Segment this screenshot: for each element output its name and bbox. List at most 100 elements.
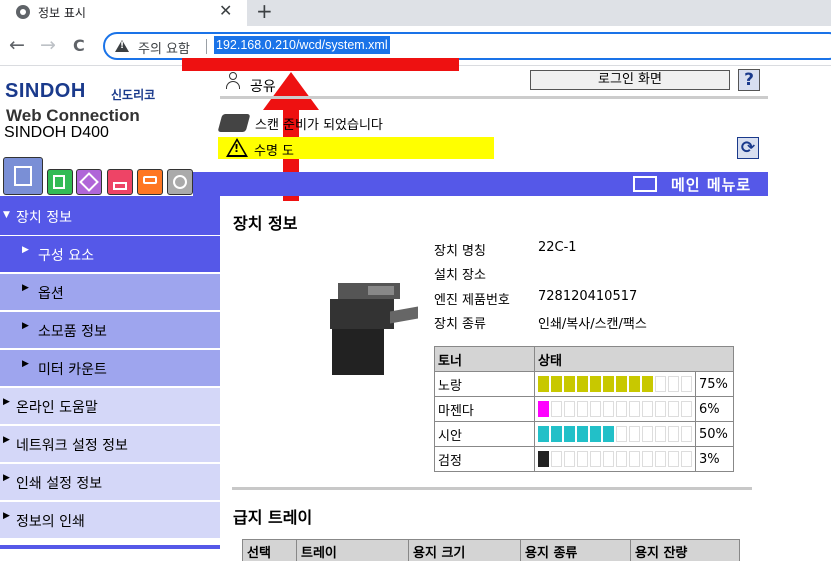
- user-label: 공유: [250, 79, 276, 95]
- tray-table-header: 선택 트레이 용지 크기 용지 종류 용지 잔량: [242, 539, 740, 561]
- toner-level-segment: [616, 451, 627, 467]
- tray-col-select: 선택: [243, 540, 297, 561]
- triangle-right-icon: ▶: [22, 359, 29, 369]
- toner-level-segment: [616, 401, 627, 417]
- toner-percent: 50%: [695, 421, 734, 447]
- nav-online-help[interactable]: ▶ 온라인 도움말: [0, 388, 220, 425]
- browser-tabstrip: 정보 표시 ✕ +: [0, 0, 831, 26]
- help-button[interactable]: ?: [738, 69, 760, 91]
- toner-level-segment: [564, 426, 575, 442]
- triangle-right-icon: ▶: [3, 511, 10, 521]
- toner-row: 마젠다 6%: [434, 396, 734, 422]
- globe-icon: [16, 5, 30, 19]
- triangle-right-icon: ▶: [3, 397, 10, 407]
- toner-level-segment: [538, 426, 549, 442]
- settings-tab-icon[interactable]: [167, 169, 193, 195]
- nav-print-settings[interactable]: ▶ 인쇄 설정 정보: [0, 464, 220, 501]
- security-label[interactable]: 주의 요함: [138, 38, 190, 57]
- toner-level-segment: [681, 401, 692, 417]
- tray-col-size: 용지 크기: [409, 540, 521, 561]
- forward-arrow-icon[interactable]: →: [40, 34, 56, 56]
- toner-level-segment: [655, 376, 666, 392]
- refresh-icon[interactable]: ⟳: [737, 137, 759, 159]
- toner-level-segment: [603, 426, 614, 442]
- tray-col-tray: 트레이: [297, 540, 409, 561]
- toner-level-segment: [616, 376, 627, 392]
- toner-level-segment: [564, 401, 575, 417]
- address-bar[interactable]: 주의 요함 192.168.0.210/wcd/system.xml: [103, 32, 831, 60]
- omnibox-divider: [206, 39, 207, 54]
- toner-level-segment: [551, 376, 562, 392]
- login-button[interactable]: 로그인 화면: [530, 70, 730, 90]
- warning-icon[interactable]: [115, 40, 129, 52]
- toner-level-segment: [681, 451, 692, 467]
- toner-level-segment: [642, 376, 653, 392]
- section-divider: [232, 487, 752, 490]
- nav-network-settings[interactable]: ▶ 네트워크 설정 정보: [0, 426, 220, 463]
- triangle-right-icon: ▶: [22, 283, 29, 293]
- nav-configuration[interactable]: ▶ 구성 요소: [0, 236, 220, 273]
- toner-level-segment: [629, 401, 640, 417]
- toner-level-segment: [616, 426, 627, 442]
- toner-percent: 3%: [695, 446, 734, 472]
- nav-meter-count[interactable]: ▶ 미터 카운트: [0, 350, 220, 387]
- toner-level-segment: [577, 376, 588, 392]
- reload-icon[interactable]: C: [73, 36, 85, 55]
- product-name: Web Connection: [6, 106, 140, 125]
- toner-col-header: 토너: [434, 346, 535, 372]
- toner-level-segment: [590, 451, 601, 467]
- toner-row: 시안 50%: [434, 421, 734, 447]
- tray-section-title: 급지 트레이: [233, 508, 313, 527]
- toner-table: 토너 상태 노랑 75% 마젠다 6% 시안 50% 검정 3%: [434, 346, 734, 472]
- info-row-device-name: 장치 명칭 22C-1: [434, 240, 577, 259]
- toner-level-segment: [668, 426, 679, 442]
- user-icon: [225, 72, 241, 90]
- nav-options[interactable]: ▶ 옵션: [0, 274, 220, 311]
- nav-info-print[interactable]: ▶ 정보의 인쇄: [0, 502, 220, 539]
- toner-level-segment: [629, 426, 640, 442]
- status-col-header: 상태: [534, 346, 734, 372]
- toner-level-segment: [564, 451, 575, 467]
- red-underline-annotation: [182, 58, 459, 71]
- toner-gauge: [534, 446, 696, 472]
- toner-level-segment: [629, 451, 640, 467]
- toner-name: 노랑: [434, 371, 535, 397]
- new-tab-button[interactable]: +: [256, 0, 273, 23]
- info-row-serial: 엔진 제품번호 728120410517: [434, 289, 638, 308]
- browser-tab[interactable]: 정보 표시 ✕: [0, 0, 247, 26]
- toner-level-segment: [642, 426, 653, 442]
- life-warning-status[interactable]: 수명 도: [254, 140, 294, 159]
- model-name: SINDOH D400: [4, 124, 109, 141]
- toner-level-segment: [577, 401, 588, 417]
- tab-title: 정보 표시: [38, 6, 86, 20]
- toner-level-segment: [603, 401, 614, 417]
- url-text[interactable]: 192.168.0.210/wcd/system.xml: [214, 36, 390, 54]
- print-job-tab-icon[interactable]: [47, 169, 73, 195]
- toner-level-segment: [538, 376, 549, 392]
- toner-level-segment: [655, 426, 666, 442]
- box-tab-icon[interactable]: [76, 169, 102, 195]
- main-menu-icon[interactable]: [633, 176, 657, 192]
- toner-level-segment: [681, 376, 692, 392]
- scan-dest-tab-icon[interactable]: [137, 169, 163, 195]
- direct-print-tab-icon[interactable]: [107, 169, 133, 195]
- toner-percent: 75%: [695, 371, 734, 397]
- toner-level-segment: [577, 426, 588, 442]
- page-title: 장치 정보: [233, 214, 298, 233]
- toner-level-segment: [538, 401, 549, 417]
- toner-level-segment: [603, 451, 614, 467]
- scanner-icon: [217, 114, 251, 132]
- toner-level-segment: [668, 451, 679, 467]
- main-menu-link[interactable]: 메인 메뉴로: [671, 174, 751, 195]
- back-arrow-icon[interactable]: ←: [9, 34, 25, 56]
- sindoh-logo: SINDOH: [5, 80, 86, 102]
- toner-level-segment: [577, 451, 588, 467]
- toner-level-segment: [642, 401, 653, 417]
- toner-level-segment: [668, 401, 679, 417]
- toner-level-segment: [629, 376, 640, 392]
- nav-consumables[interactable]: ▶ 소모품 정보: [0, 312, 220, 349]
- tab-close-icon[interactable]: ✕: [219, 1, 232, 20]
- nav-device-info[interactable]: ▼ 장치 정보: [0, 198, 220, 235]
- device-info-tab-icon[interactable]: [3, 157, 43, 195]
- toner-level-segment: [538, 451, 549, 467]
